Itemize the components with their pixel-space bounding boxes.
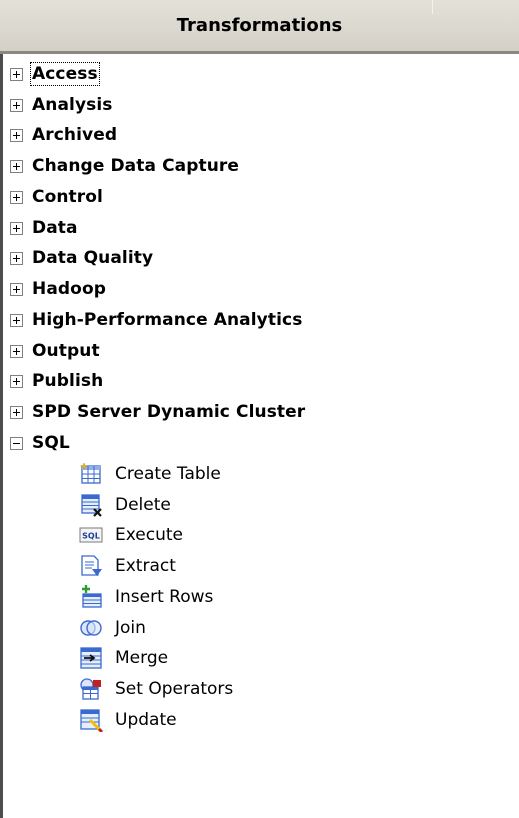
set-operators-icon	[80, 678, 101, 700]
extract-icon	[81, 555, 102, 576]
collapse-icon[interactable]	[10, 436, 23, 450]
tree-node-analysis[interactable]: Analysis	[10, 90, 113, 120]
tree-node-access[interactable]: Access	[10, 59, 100, 89]
tree-item-label[interactable]: Extract	[115, 556, 176, 576]
panel-header: Transformations	[0, 0, 519, 54]
tree-node-label[interactable]: Data Quality	[32, 248, 153, 268]
tree-node-output[interactable]: Output	[10, 336, 100, 366]
delete-icon	[81, 494, 102, 517]
tree-item-set-operators[interactable]: Set Operators	[79, 674, 233, 704]
tree-item-label[interactable]: Create Table	[115, 464, 221, 484]
tree-node-label[interactable]: High-Performance Analytics	[32, 310, 302, 330]
tree-node-label[interactable]: Publish	[32, 371, 103, 391]
tree-node-data[interactable]: Data	[10, 213, 78, 243]
tree-node-label[interactable]: Output	[32, 341, 100, 361]
expand-icon[interactable]	[10, 344, 23, 358]
create-table-icon	[79, 462, 101, 484]
tree-node-label[interactable]: Data	[32, 218, 78, 238]
tree-node-label[interactable]: SPD Server Dynamic Cluster	[32, 402, 305, 422]
tree-item-label[interactable]: Delete	[115, 495, 171, 515]
expand-icon[interactable]	[10, 128, 23, 142]
tree-node-label[interactable]: Hadoop	[32, 279, 106, 299]
tree-node-label[interactable]: Access	[30, 62, 100, 86]
expand-icon[interactable]	[10, 282, 23, 296]
tree-node-sql[interactable]: SQL	[10, 428, 70, 458]
tree-node-archived[interactable]: Archived	[10, 120, 117, 150]
tree-node-publish[interactable]: Publish	[10, 366, 103, 396]
tree-item-update[interactable]: Update	[79, 705, 177, 735]
expand-icon[interactable]	[10, 405, 23, 419]
tree-item-label[interactable]: Execute	[115, 525, 183, 545]
tree-node-control[interactable]: Control	[10, 182, 103, 212]
svg-text:SQL: SQL	[82, 532, 100, 541]
header-divider	[432, 0, 433, 14]
expand-icon[interactable]	[10, 374, 23, 388]
panel-title: Transformations	[176, 15, 343, 36]
tree-item-extract[interactable]: Extract	[79, 551, 176, 581]
tree-item-label[interactable]: Merge	[115, 648, 168, 668]
merge-icon	[80, 647, 102, 669]
tree-node-label[interactable]: Control	[32, 187, 103, 207]
expand-icon[interactable]	[10, 159, 23, 173]
tree-item-delete[interactable]: Delete	[79, 490, 171, 520]
tree-node-change-data-capture[interactable]: Change Data Capture	[10, 151, 239, 181]
tree-item-label[interactable]: Join	[115, 618, 146, 638]
tree-item-execute[interactable]: SQL Execute	[79, 520, 183, 550]
tree-item-join[interactable]: Join	[79, 613, 146, 643]
tree-area[interactable]: Access Analysis Archived Change Data Cap…	[0, 54, 519, 818]
expand-icon[interactable]	[10, 313, 23, 327]
tree-item-label[interactable]: Set Operators	[115, 679, 233, 699]
tree-item-merge[interactable]: Merge	[79, 643, 168, 673]
join-icon	[80, 620, 102, 636]
expand-icon[interactable]	[10, 190, 23, 204]
tree-node-data-quality[interactable]: Data Quality	[10, 243, 153, 273]
tree-node-spd-server-dynamic-cluster[interactable]: SPD Server Dynamic Cluster	[10, 397, 305, 427]
tree-node-label[interactable]: Change Data Capture	[32, 156, 239, 176]
expand-icon[interactable]	[10, 67, 23, 81]
expand-icon[interactable]	[10, 221, 23, 235]
expand-icon[interactable]	[10, 98, 23, 112]
tree-node-hadoop[interactable]: Hadoop	[10, 274, 106, 304]
tree-item-insert-rows[interactable]: Insert Rows	[79, 582, 213, 612]
tree-item-label[interactable]: Update	[115, 710, 177, 730]
tree-node-label[interactable]: Analysis	[32, 95, 113, 115]
tree-node-high-performance-analytics[interactable]: High-Performance Analytics	[10, 305, 302, 335]
update-icon	[80, 709, 103, 732]
tree-node-label[interactable]: SQL	[32, 433, 70, 453]
transformations-panel: Transformations Access Analysis Archived…	[0, 0, 519, 818]
expand-icon[interactable]	[10, 251, 23, 265]
tree-item-create-table[interactable]: Create Table	[79, 459, 221, 489]
insert-rows-icon	[82, 585, 102, 608]
sql-execute-icon: SQL	[79, 527, 103, 543]
tree-item-label[interactable]: Insert Rows	[115, 587, 213, 607]
tree-node-label[interactable]: Archived	[32, 125, 117, 145]
